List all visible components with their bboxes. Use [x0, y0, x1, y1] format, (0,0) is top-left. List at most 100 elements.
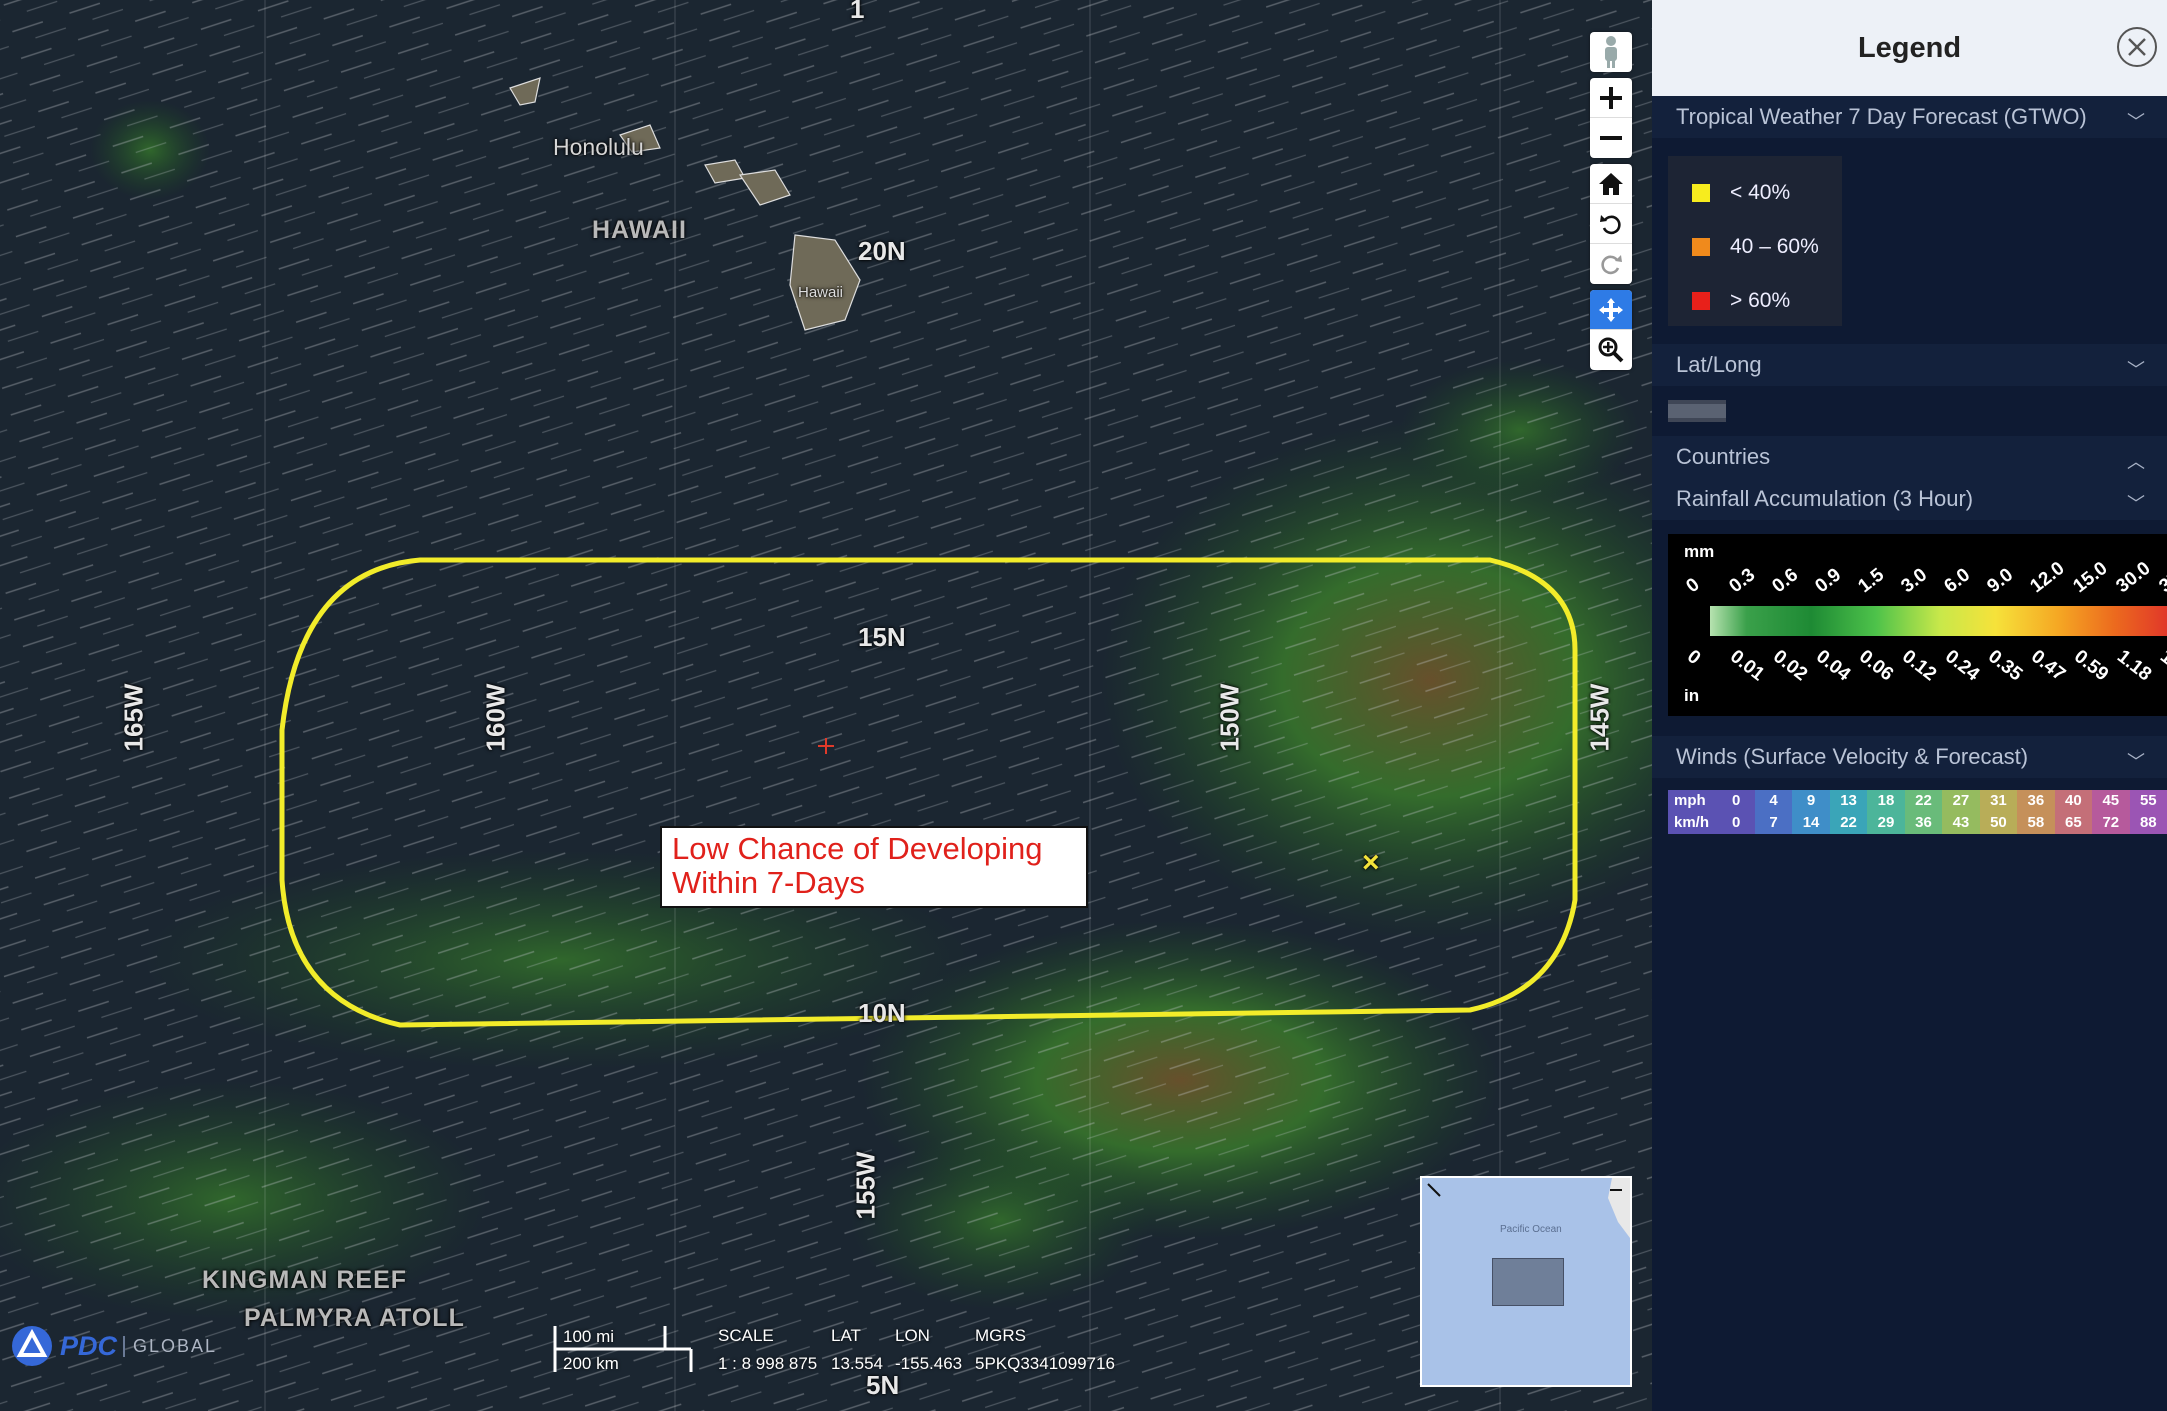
winds-kmh-value: 58 [2017, 812, 2055, 834]
swatch-orange [1692, 238, 1710, 256]
pan-button[interactable] [1590, 290, 1632, 330]
gtwo-item-label: 40 – 60% [1730, 235, 1819, 258]
winds-title: Winds (Surface Velocity & Forecast) [1676, 744, 2029, 769]
winds-kmh-value: 50 [1979, 812, 2018, 834]
place-palmyra-atoll: PALMYRA ATOLL [244, 1304, 465, 1332]
rotate-right-button[interactable] [1590, 244, 1632, 284]
legend-panel: Legend Tropical Weather 7 Day Forecast (… [1652, 0, 2167, 1411]
map-basemap [0, 0, 1652, 1411]
street-view-button[interactable] [1590, 32, 1632, 72]
pdc-logo-icon [12, 1326, 52, 1366]
close-legend-button[interactable] [2117, 27, 2157, 67]
zoom-in-button[interactable] [1590, 78, 1632, 118]
winds-mph-value: 0 [1717, 790, 1755, 812]
countries-title: Countries [1676, 444, 1771, 469]
winds-mph-value: 18 [1867, 790, 1905, 812]
rainfall-unit-mm: mm [1684, 542, 1715, 561]
rainfall-scale: mm in 0 0.3 0.6 0.9 1.5 3.0 6.0 9.0 12.0 15.0 30.0… [1668, 534, 2167, 716]
pdc-logo-text: PDC [60, 1330, 118, 1361]
latlong-line-swatch [1668, 400, 1726, 422]
rainfall-mm-tick: 15.0 [2069, 557, 2112, 598]
rainfall-mm-tick: 0.3 [1725, 564, 1760, 598]
minimap-collapse-icon[interactable] [1608, 1182, 1624, 1198]
rainfall-mm-tick: 37 [2155, 567, 2167, 598]
lat-label-10n: 10N [858, 998, 906, 1028]
home-icon [1599, 172, 1623, 195]
swatch-red [1692, 292, 1710, 310]
rainfall-mm-tick: 1.5 [1854, 564, 1889, 598]
winds-mph-value: 36 [2017, 790, 2055, 812]
place-kingman-reef: KINGMAN REEF [202, 1266, 408, 1294]
winds-kmh-value: 0 [1717, 812, 1755, 834]
lon-readout-value: -155.463 [895, 1354, 963, 1373]
lat-label-15n: 15N [858, 622, 906, 652]
chevron-down-icon: ﹀ [2127, 752, 2145, 772]
legend-section-latlong[interactable]: Lat/Long ﹀ [1652, 344, 2167, 386]
person-icon [1605, 36, 1617, 68]
latlong-title: Lat/Long [1676, 352, 1762, 377]
legend-section-winds[interactable]: Winds (Surface Velocity & Forecast) ﹀ [1652, 736, 2167, 778]
winds-mph-row: mph 0 4 9 13 18 22 27 31 36 40 45 55 [1668, 790, 2167, 812]
minimap-viewport[interactable] [1492, 1258, 1564, 1306]
lat-label-top: 1 [850, 0, 865, 24]
zoom-box-button[interactable] [1590, 330, 1632, 370]
lon-label-165w: 165W [118, 683, 149, 752]
winds-mph-value: 4 [1754, 790, 1793, 812]
zoom-out-button[interactable] [1590, 118, 1632, 158]
winds-mph-value: 55 [2129, 790, 2167, 812]
scale-bar-km: 200 km [563, 1354, 619, 1373]
winds-kmh-value: 43 [1942, 812, 1980, 834]
scale-value: 1 : 8 998 875 [718, 1354, 818, 1373]
rainfall-in-tick: 0.06 [1855, 646, 1898, 686]
rotate-left-button[interactable] [1590, 204, 1632, 244]
minimap-expand-icon[interactable] [1426, 1182, 1442, 1198]
winds-mph-value: 9 [1792, 790, 1830, 812]
rainfall-mm-tick: 0.9 [1811, 564, 1846, 598]
chevron-down-icon: ﹀ [2127, 494, 2145, 514]
magnifier-plus-icon [1598, 337, 1624, 363]
home-button[interactable] [1590, 164, 1632, 204]
winds-mph-label: mph [1668, 790, 1718, 812]
rainfall-mm-tick: 30.0 [2112, 557, 2155, 598]
winds-kmh-value: 14 [1792, 812, 1830, 834]
swatch-yellow [1692, 184, 1710, 202]
gtwo-item-label: > 60% [1730, 289, 1791, 312]
close-icon [2128, 38, 2146, 56]
legend-title: Legend [1857, 31, 1962, 64]
map-view[interactable]: 20N 15N 10N 5N 1 165W 160W 155W 150W 145… [0, 0, 1652, 1411]
winds-kmh-value: 7 [1754, 812, 1793, 834]
pdc-logo: PDC GLOBAL [10, 1324, 217, 1368]
place-honolulu: Honolulu [553, 134, 644, 160]
plus-icon [1600, 86, 1622, 109]
overview-minimap[interactable]: Pacific Ocean [1420, 1176, 1632, 1387]
lon-label-160w: 160W [480, 683, 511, 752]
chevron-down-icon: ﹀ [2127, 112, 2145, 132]
gtwo-item-label: < 40% [1730, 181, 1791, 204]
disturbance-marker[interactable]: × [1362, 846, 1380, 880]
legend-section-countries[interactable]: Countries ︿ [1652, 436, 2167, 478]
callout-line-1: Low Chance of Developing [672, 831, 1043, 866]
winds-mph-value: 13 [1829, 790, 1868, 812]
lon-label-145w: 145W [1584, 683, 1615, 752]
winds-mph-value: 45 [2092, 790, 2130, 812]
scale-label: SCALE [718, 1326, 774, 1345]
mgrs-readout-label: MGRS [975, 1326, 1026, 1345]
legend-section-gtwo[interactable]: Tropical Weather 7 Day Forecast (GTWO) ﹀ [1652, 96, 2167, 138]
rainfall-mm-tick: 9.0 [1983, 564, 2018, 598]
outlook-callout: Low Chance of Developing Within 7-Days [660, 826, 1088, 908]
winds-kmh-row: km/h 0 7 14 22 29 36 43 50 58 65 72 88 [1668, 812, 2167, 834]
legend-section-rainfall[interactable]: Rainfall Accumulation (3 Hour) ﹀ [1652, 478, 2167, 520]
winds-kmh-value: 36 [1904, 812, 1943, 834]
winds-kmh-value: 29 [1867, 812, 1905, 834]
move-icon [1599, 297, 1623, 322]
rainfall-mm-tick: 0.6 [1768, 564, 1803, 598]
rainfall-in-tick: 0.04 [1812, 646, 1855, 686]
rainfall-in-tick: 0.24 [1941, 646, 1984, 686]
lon-readout-label: LON [895, 1326, 930, 1345]
minus-icon [1600, 136, 1622, 140]
winds-mph-value: 40 [2054, 790, 2093, 812]
winds-mph-value: 27 [1942, 790, 1980, 812]
rainfall-in-tick: 0.02 [1769, 646, 1812, 686]
scale-bar: 100 mi 200 km [553, 1324, 693, 1374]
rainfall-unit-in: in [1684, 686, 1700, 705]
